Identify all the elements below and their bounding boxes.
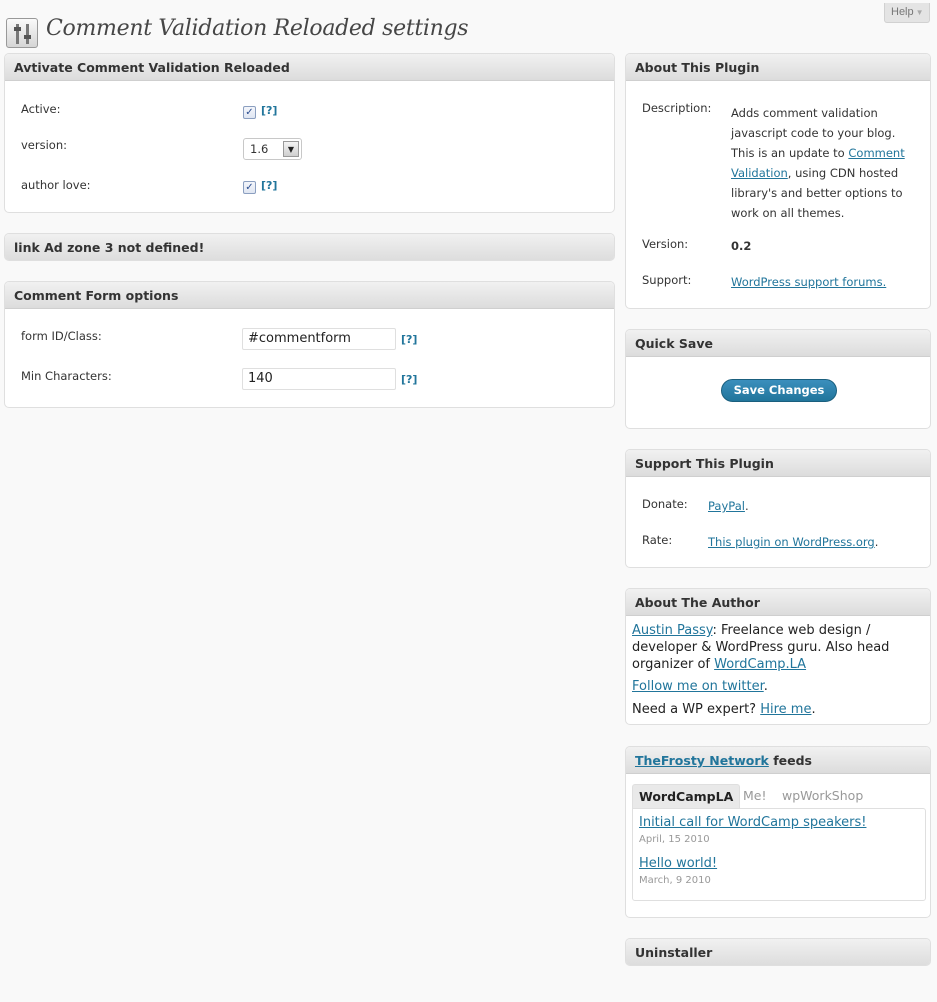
comment-form-box-title[interactable]: Comment Form options — [5, 282, 614, 309]
active-checkbox[interactable]: ✓ — [243, 106, 256, 119]
feed-item-link[interactable]: Initial call for WordCamp speakers! — [639, 815, 866, 830]
form-id-label: form ID/Class: — [21, 329, 102, 343]
activate-box-title[interactable]: Avtivate Comment Validation Reloaded — [5, 54, 614, 81]
description-line: work on all themes. — [731, 206, 845, 220]
active-label: Active: — [21, 102, 61, 116]
twitter-line: Follow me on twitter. — [632, 678, 768, 695]
feed-item-date: April, 15 2010 — [639, 834, 710, 845]
description-fragment: , using CDN hosted — [787, 166, 899, 180]
about-author-title[interactable]: About The Author — [626, 589, 930, 616]
description-line: Adds comment validation — [731, 106, 878, 120]
comment-validation-link[interactable]: Comment — [848, 146, 904, 160]
network-feeds-box: TheFrosty Network feeds WordCampLA Me! w… — [625, 746, 931, 918]
hire-prefix: Need a WP expert? — [632, 702, 761, 717]
author-bio-line: developer & WordPress guru. Also head — [632, 640, 890, 655]
author-bio-fragment: : Freelance web design / — [712, 623, 871, 638]
hire-suffix: . — [811, 702, 816, 717]
tab-wpworkshop[interactable]: wpWorkShop — [782, 788, 863, 803]
feed-item-date: March, 9 2010 — [639, 875, 711, 886]
tab-wordcampla[interactable]: WordCampLA — [632, 784, 741, 808]
rate-plugin-link[interactable]: This plugin on WordPress.org — [708, 535, 875, 549]
author-bio-line: Austin Passy: Freelance web design / — [632, 622, 927, 639]
about-plugin-title[interactable]: About This Plugin — [626, 54, 930, 81]
description-line: This is an update to Comment — [731, 143, 926, 163]
support-label: Support: — [642, 273, 692, 287]
description-line: javascript code to your blog. — [731, 126, 896, 140]
version-label: version: — [21, 138, 67, 152]
active-help-link[interactable]: [?] — [261, 104, 277, 117]
author-bio-line: organizer of WordCamp.LA — [632, 656, 927, 673]
form-id-input[interactable]: #commentform — [242, 328, 396, 350]
uninstaller-box: Uninstaller — [625, 938, 931, 966]
feeds-title-suffix: feeds — [768, 753, 812, 768]
version-select-value: 1.6 — [250, 142, 269, 156]
wordcamp-la-link[interactable]: WordCamp.LA — [714, 657, 806, 672]
network-link[interactable]: TheFrosty Network — [635, 753, 769, 768]
author-bio-fragment: organizer of — [632, 657, 715, 672]
hire-line: Need a WP expert? Hire me. — [632, 701, 816, 718]
version-select[interactable]: 1.6 ▼ — [243, 138, 302, 160]
donate-suffix: . — [744, 499, 749, 513]
feed-item-link[interactable]: Hello world! — [639, 856, 717, 871]
about-author-box: About The Author Austin Passy: Freelance… — [625, 588, 931, 725]
save-changes-button[interactable]: Save Changes — [721, 379, 837, 402]
support-forums-link[interactable]: WordPress support forums. — [731, 275, 886, 289]
paypal-link[interactable]: PayPal — [708, 499, 745, 513]
chevron-down-icon: ▼ — [283, 141, 299, 157]
comment-validation-link[interactable]: Validation — [731, 166, 788, 180]
uninstaller-title[interactable]: Uninstaller — [626, 939, 930, 965]
caret-down-icon: ▼ — [915, 8, 924, 17]
description-text: Adds comment validation javascript code … — [731, 103, 926, 223]
description-line: library's and better options to — [731, 186, 903, 200]
ad-zone-title[interactable]: link Ad zone 3 not defined! — [5, 234, 614, 260]
quick-save-title[interactable]: Quick Save — [626, 330, 930, 357]
min-characters-input[interactable]: 140 — [242, 368, 396, 390]
page-title: Comment Validation Reloaded settings — [46, 16, 469, 41]
author-love-label: author love: — [21, 178, 91, 192]
hire-me-link[interactable]: Hire me — [760, 702, 811, 717]
version-label: Version: — [642, 237, 689, 251]
form-id-help-link[interactable]: [?] — [401, 333, 417, 346]
rate-suffix: . — [874, 535, 879, 549]
min-characters-label: Min Characters: — [21, 369, 112, 383]
settings-sliders-icon — [6, 18, 38, 48]
min-characters-help-link[interactable]: [?] — [401, 373, 417, 386]
author-bio: Austin Passy: Freelance web design / dev… — [632, 622, 927, 673]
support-plugin-box: Support This Plugin Donate: PayPal. Rate… — [625, 449, 931, 568]
donate-value: PayPal. — [708, 499, 749, 513]
activate-box: Avtivate Comment Validation Reloaded Act… — [4, 53, 615, 213]
twitter-link[interactable]: Follow me on twitter — [632, 679, 764, 694]
support-plugin-title[interactable]: Support This Plugin — [626, 450, 930, 477]
twitter-suffix: . — [763, 679, 768, 694]
author-love-help-link[interactable]: [?] — [261, 179, 277, 192]
network-feeds-title[interactable]: TheFrosty Network feeds — [626, 747, 930, 774]
feed-list: Initial call for WordCamp speakers! Apri… — [632, 808, 926, 901]
author-link[interactable]: Austin Passy — [632, 623, 713, 638]
author-love-checkbox[interactable]: ✓ — [243, 181, 256, 194]
version-value: 0.2 — [731, 239, 752, 253]
comment-form-box: Comment Form options form ID/Class: #com… — [4, 281, 615, 408]
description-label: Description: — [642, 101, 712, 115]
rate-label: Rate: — [642, 533, 673, 547]
quick-save-box: Quick Save Save Changes — [625, 329, 931, 429]
tab-me[interactable]: Me! — [743, 788, 767, 803]
rate-value: This plugin on WordPress.org. — [708, 535, 878, 549]
ad-zone-box: link Ad zone 3 not defined! — [4, 233, 615, 261]
about-plugin-box: About This Plugin Description: Adds comm… — [625, 53, 931, 309]
description-fragment: This is an update to — [731, 146, 849, 160]
description-line: Validation, using CDN hosted — [731, 163, 926, 183]
help-tab[interactable]: Help ▼ — [884, 3, 930, 23]
help-label: Help — [891, 6, 914, 18]
donate-label: Donate: — [642, 497, 688, 511]
